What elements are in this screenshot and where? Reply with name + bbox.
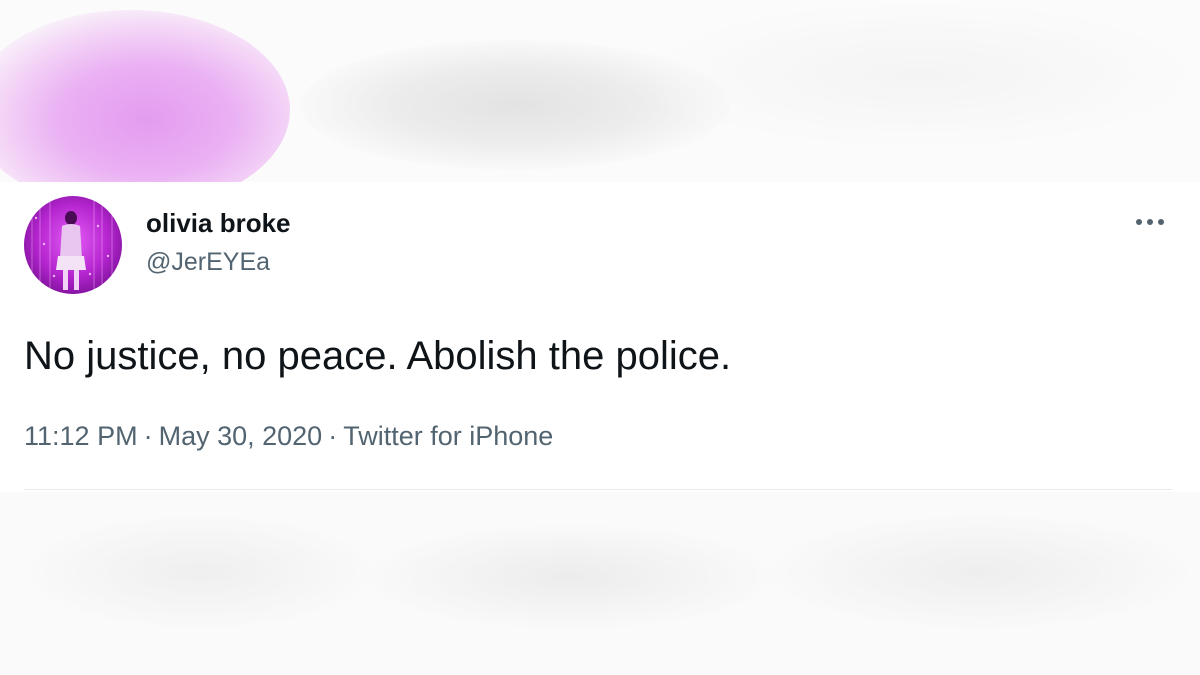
- screenshot-page: olivia broke @JerEYEa No justice, no pea…: [0, 0, 1200, 675]
- avatar[interactable]: [24, 196, 122, 294]
- blurred-header-region: [0, 0, 1200, 182]
- blurred-blob: [760, 512, 1200, 632]
- more-horizontal-icon: [1136, 219, 1164, 225]
- author-display-name[interactable]: olivia broke: [146, 206, 291, 240]
- tweet-metadata: 11:12 PM · May 30, 2020 · Twitter for iPhone: [24, 418, 553, 454]
- avatar-image: [24, 196, 122, 294]
- blurred-footer-region: [0, 492, 1200, 675]
- blurred-blob: [360, 522, 780, 632]
- tweet-text: No justice, no peace. Abolish the police…: [24, 334, 732, 378]
- meta-separator: ·: [143, 421, 153, 451]
- blurred-background-blob: [640, 0, 1200, 150]
- meta-separator: ·: [328, 421, 338, 451]
- blurred-avatar-blob: [0, 10, 290, 182]
- author-handle[interactable]: @JerEYEa: [146, 245, 291, 279]
- tweet-date[interactable]: May 30, 2020: [159, 421, 323, 451]
- tweet-source[interactable]: Twitter for iPhone: [343, 421, 553, 451]
- divider: [24, 489, 1172, 490]
- tweet-author: olivia broke @JerEYEa: [146, 206, 291, 279]
- tweet-card: olivia broke @JerEYEa No justice, no pea…: [0, 182, 1200, 492]
- blurred-blob: [20, 512, 380, 632]
- tweet-time[interactable]: 11:12 PM: [24, 421, 138, 451]
- more-options-button[interactable]: [1130, 210, 1170, 234]
